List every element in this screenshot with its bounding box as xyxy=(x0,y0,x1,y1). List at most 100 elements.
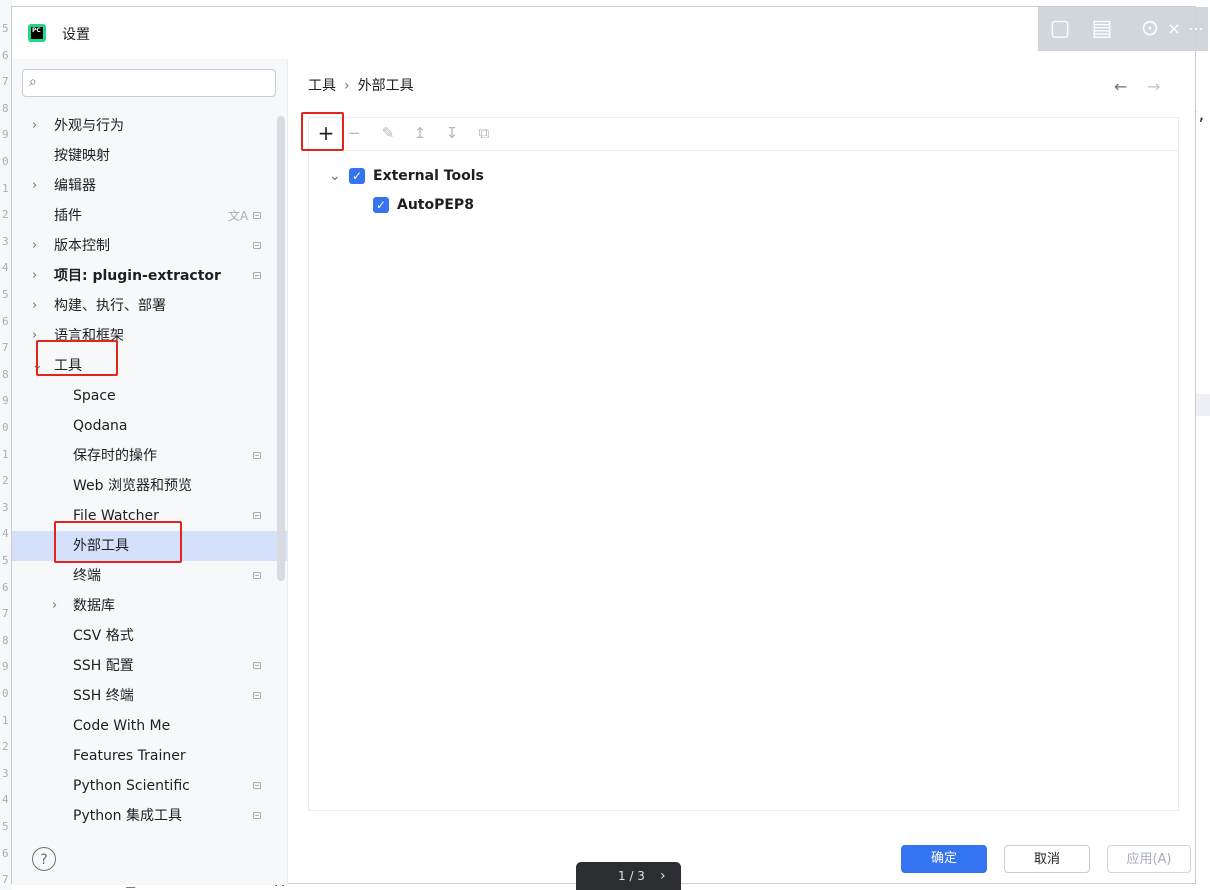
tool-group-checkbox[interactable]: ✓ xyxy=(349,168,365,184)
apply-button[interactable]: 应用(A) xyxy=(1107,845,1191,873)
line-number: 1 xyxy=(2,447,9,461)
tree-item-python-scientific[interactable]: Python Scientific xyxy=(12,771,287,801)
tool-item-row[interactable]: ✓ AutoPEP8 xyxy=(373,191,673,219)
line-number: 0 xyxy=(2,421,9,434)
tree-item-python-tools[interactable]: Python 集成工具 xyxy=(12,801,287,831)
line-number: 6 xyxy=(2,314,9,328)
tree-item-ssh-terminal[interactable]: SSH 终端 xyxy=(12,681,287,711)
project-level-icon xyxy=(253,272,261,279)
page-indicator: 1 / 3 › xyxy=(576,862,681,890)
tool-group-row[interactable]: ⌄ ✓ External Tools xyxy=(329,162,729,190)
viewer-overlay-toolbar: ▢ ▤ ⊙ × ⋯ xyxy=(1038,7,1208,51)
line-number: 4 xyxy=(2,261,9,275)
translate-icon: 文A xyxy=(228,209,249,223)
more-icon[interactable]: ⋯ xyxy=(1182,15,1210,43)
breadcrumb-parent[interactable]: 工具 xyxy=(308,78,336,94)
tree-item-vcs[interactable]: › 版本控制 xyxy=(12,231,287,261)
dialog-title: 设置 xyxy=(62,27,90,43)
line-number: 9 xyxy=(2,660,9,674)
tree-item-qodana[interactable]: Qodana xyxy=(12,411,287,441)
tree-item-ssh-config[interactable]: SSH 配置 xyxy=(12,651,287,681)
tree-item-features-trainer[interactable]: Features Trainer xyxy=(12,741,287,771)
tree-item-label: Python Scientific xyxy=(73,778,190,794)
chevron-right-icon: › xyxy=(32,178,38,193)
edit-icon[interactable]: ✎ xyxy=(377,122,399,144)
chevron-right-icon: › xyxy=(52,598,58,613)
page-counter: 1 / 3 xyxy=(618,869,645,883)
tree-item-label: 终端 xyxy=(73,568,101,584)
forward-arrow-icon[interactable]: → xyxy=(1147,77,1160,96)
tree-item-label: 插件 xyxy=(54,208,82,224)
back-arrow-icon[interactable]: ← xyxy=(1114,77,1127,96)
line-number: 4 xyxy=(2,793,9,807)
annotation-box-tools xyxy=(36,340,118,376)
pycharm-logo-icon: PC xyxy=(28,24,46,42)
search-box[interactable]: ⌕ xyxy=(22,69,276,97)
tool-item-checkbox[interactable]: ✓ xyxy=(373,197,389,213)
breadcrumb-separator-icon: › xyxy=(344,78,350,94)
line-number: 5 xyxy=(2,820,9,833)
chevron-right-icon: › xyxy=(32,238,38,253)
cancel-button[interactable]: 取消 xyxy=(1004,845,1090,873)
tree-item-label: Features Trainer xyxy=(73,748,186,764)
document-icon[interactable]: ▤ xyxy=(1088,15,1116,43)
line-number: 9 xyxy=(2,128,9,142)
tree-item-csv[interactable]: CSV 格式 xyxy=(12,621,287,651)
tree-item-label: CSV 格式 xyxy=(73,628,134,644)
line-number: 3 xyxy=(2,766,9,780)
external-tools-panel: + − ✎ ↥ ↧ ⧉ ⌄ ✓ External Tools ✓ AutoPEP… xyxy=(308,117,1179,811)
line-number: 1 xyxy=(2,181,9,195)
settings-dialog: PC 设置 ⌕ › 外观与行为 按键映射 › 编辑器 插件 文A › 版本控制 › 项目:… xyxy=(11,6,1208,885)
tree-item-plugins[interactable]: 插件 文A xyxy=(12,201,287,231)
tree-item-editor[interactable]: › 编辑器 xyxy=(12,171,287,201)
line-number: 0 xyxy=(2,687,9,700)
line-number: 4 xyxy=(2,527,9,541)
tree-item-build[interactable]: › 构建、执行、部署 xyxy=(12,291,287,321)
line-number: 3 xyxy=(2,234,9,248)
tools-toolbar: + − ✎ ↥ ↧ ⧉ xyxy=(309,118,1178,151)
line-number: 0 xyxy=(2,155,9,168)
tree-item-label: Qodana xyxy=(73,418,128,434)
move-up-icon[interactable]: ↥ xyxy=(409,122,431,144)
line-number: 2 xyxy=(2,740,9,754)
breadcrumb-current: 外部工具 xyxy=(357,78,414,94)
tree-item-keymap[interactable]: 按键映射 xyxy=(12,141,287,171)
tree-item-label: 项目: plugin-extractor xyxy=(54,268,221,284)
move-down-icon[interactable]: ↧ xyxy=(441,122,463,144)
tree-item-label: 编辑器 xyxy=(54,178,96,194)
line-number: 8 xyxy=(2,633,9,647)
search-input[interactable] xyxy=(49,73,273,95)
project-level-icon xyxy=(253,662,261,669)
line-number: 5 xyxy=(2,288,9,301)
tree-item-terminal[interactable]: 终端 xyxy=(12,561,287,591)
tree-item-space[interactable]: Space xyxy=(12,381,287,411)
chevron-right-icon: › xyxy=(32,268,38,283)
sidebar-scrollbar[interactable] xyxy=(277,116,285,581)
tree-item-code-with-me[interactable]: Code With Me xyxy=(12,711,287,741)
tree-item-database[interactable]: › 数据库 xyxy=(12,591,287,621)
tree-item-label: Code With Me xyxy=(73,718,171,734)
help-button[interactable]: ? xyxy=(32,847,56,871)
tree-item-project[interactable]: › 项目: plugin-extractor xyxy=(12,261,287,291)
tree-item-label: 构建、执行、部署 xyxy=(54,298,166,314)
title-bar: PC 设置 xyxy=(12,7,1195,59)
line-number: 7 xyxy=(2,75,9,89)
ok-button[interactable]: 确定 xyxy=(901,845,987,873)
line-number: 3 xyxy=(2,500,9,514)
line-number: 2 xyxy=(2,474,9,488)
tree-item-web-browsers[interactable]: Web 浏览器和预览 xyxy=(12,471,287,501)
line-number: 8 xyxy=(2,367,9,381)
copy-icon[interactable]: ⧉ xyxy=(473,122,495,144)
annotation-box-external-tools xyxy=(54,521,182,563)
project-level-icon xyxy=(253,782,261,789)
line-number: 9 xyxy=(2,394,9,408)
chevron-down-icon[interactable]: ⌄ xyxy=(329,162,341,190)
annotation-box-add xyxy=(301,112,344,151)
line-number: 5 xyxy=(2,22,9,35)
tree-item-actions-on-save[interactable]: 保存时的操作 xyxy=(12,441,287,471)
remove-icon[interactable]: − xyxy=(343,122,365,144)
tree-item-label: 按键映射 xyxy=(54,148,110,164)
tree-item-appearance[interactable]: › 外观与行为 xyxy=(12,111,287,141)
comment-icon[interactable]: ▢ xyxy=(1046,15,1074,43)
next-page-icon[interactable]: › xyxy=(660,862,666,890)
